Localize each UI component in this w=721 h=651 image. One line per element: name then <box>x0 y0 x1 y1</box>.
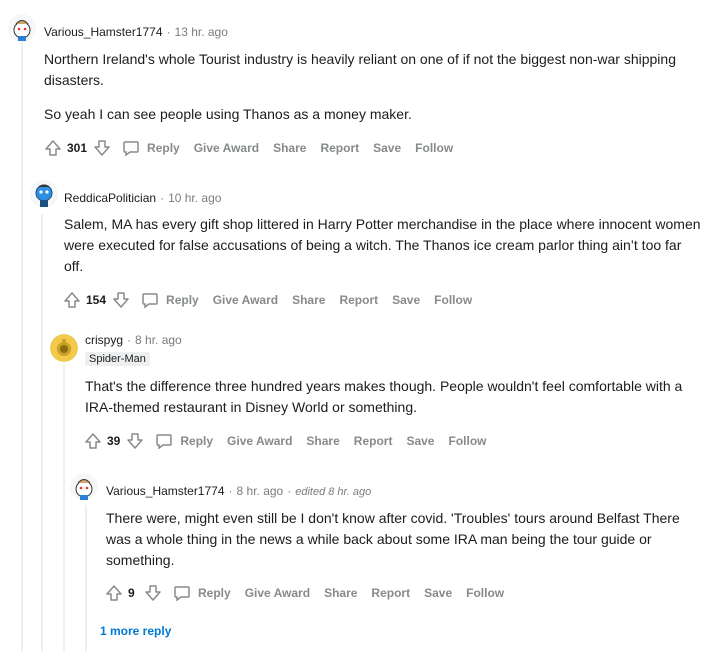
downvote-icon[interactable] <box>110 289 132 311</box>
give-award-button[interactable]: Give Award <box>194 141 259 155</box>
comment-paragraph: So yeah I can see people using Thanos as… <box>44 106 412 122</box>
reply-button[interactable]: Reply <box>172 583 231 603</box>
snoo-avatar-icon[interactable] <box>70 473 98 501</box>
follow-button[interactable]: Follow <box>466 586 504 600</box>
share-button[interactable]: Share <box>273 141 306 155</box>
vote-score: 301 <box>67 141 88 155</box>
thread-line[interactable] <box>41 214 43 651</box>
comment-actions: 154 Reply Give Award Share Report Save F… <box>61 288 472 312</box>
share-button[interactable]: Share <box>306 434 339 448</box>
separator-dot: · <box>160 191 165 205</box>
report-button[interactable]: Report <box>339 293 378 307</box>
separator-dot: · <box>228 484 233 498</box>
comment-meta: ReddicaPolitician · 10 hr. ago <box>64 190 221 206</box>
comment-actions: 39 Reply Give Award Share Report Save Fo… <box>82 429 486 453</box>
comment-bubble-icon <box>156 434 173 450</box>
vote-score: 9 <box>128 586 135 600</box>
follow-button[interactable]: Follow <box>415 141 453 155</box>
comment-meta: Various_Hamster1774 · 13 hr. ago <box>44 24 228 40</box>
reply-label: Reply <box>198 586 231 600</box>
snoo-avatar-blue-icon[interactable] <box>30 180 58 208</box>
follow-button[interactable]: Follow <box>434 293 472 307</box>
give-award-button[interactable]: Give Award <box>213 293 278 307</box>
comment-bubble-icon <box>123 141 139 157</box>
comment-meta: Various_Hamster1774 · 8 hr. ago · edited 8 h… <box>106 483 371 500</box>
timestamp[interactable]: 13 hr. ago <box>175 25 228 39</box>
report-button[interactable]: Report <box>320 141 359 155</box>
separator-dot: · <box>166 25 171 39</box>
share-button[interactable]: Share <box>324 586 357 600</box>
save-button[interactable]: Save <box>406 434 434 448</box>
comment-bubble-icon <box>142 293 158 309</box>
author-name[interactable]: crispyg <box>85 333 123 347</box>
comment-body: Northern Ireland's whole Tourist industr… <box>44 49 684 138</box>
snoo-avatar-yellow-icon[interactable] <box>50 334 78 362</box>
give-award-button[interactable]: Give Award <box>245 586 310 600</box>
follow-button[interactable]: Follow <box>448 434 486 448</box>
comment-bubble-icon <box>174 586 190 602</box>
reply-label: Reply <box>147 141 180 155</box>
reply-button[interactable]: Reply <box>140 290 199 310</box>
author-name[interactable]: ReddicaPolitician <box>64 191 156 205</box>
comment-paragraph: Salem, MA has every gift shop littered i… <box>64 216 701 274</box>
comment-actions: 301 Reply Give Award Share Report Save F… <box>42 136 453 160</box>
comment-paragraph: There were, might even still be I don't … <box>106 510 680 568</box>
vote-score: 154 <box>86 293 107 307</box>
timestamp[interactable]: 8 hr. ago <box>135 333 182 347</box>
comment-paragraph: Northern Ireland's whole Tourist industr… <box>44 51 676 88</box>
comment-paragraph: That's the difference three hundred year… <box>85 378 683 415</box>
upvote-icon[interactable] <box>42 137 64 159</box>
save-button[interactable]: Save <box>392 293 420 307</box>
comment-body: That's the difference three hundred year… <box>85 376 700 431</box>
vote-score: 39 <box>107 434 121 448</box>
share-button[interactable]: Share <box>292 293 325 307</box>
author-name[interactable]: Various_Hamster1774 <box>106 484 225 498</box>
comment-body: There were, might even still be I don't … <box>106 508 686 584</box>
separator-dot: · <box>287 484 292 498</box>
comment-body: Salem, MA has every gift shop littered i… <box>64 214 704 290</box>
reply-label: Reply <box>166 293 199 307</box>
save-button[interactable]: Save <box>373 141 401 155</box>
author-name[interactable]: Various_Hamster1774 <box>44 25 163 39</box>
report-button[interactable]: Report <box>371 586 410 600</box>
reply-button[interactable]: Reply <box>121 138 180 158</box>
user-flair: Spider-Man <box>85 352 150 366</box>
more-replies-link[interactable]: 1 more reply <box>100 624 171 638</box>
save-button[interactable]: Save <box>424 586 452 600</box>
timestamp[interactable]: 8 hr. ago <box>237 484 284 498</box>
downvote-icon[interactable] <box>124 430 146 452</box>
upvote-icon[interactable] <box>103 582 125 604</box>
comment-actions: 9 Reply Give Award Share Report Save Fol… <box>103 581 504 605</box>
report-button[interactable]: Report <box>354 434 393 448</box>
thread-line[interactable] <box>63 364 65 651</box>
comment-meta: crispyg · 8 hr. ago <box>85 332 182 348</box>
edited-label: edited 8 hr. ago <box>295 486 372 498</box>
reply-label: Reply <box>180 434 214 448</box>
downvote-icon[interactable] <box>142 582 164 604</box>
separator-dot: · <box>127 333 132 347</box>
reply-button[interactable]: Reply <box>154 431 213 451</box>
downvote-icon[interactable] <box>91 137 113 159</box>
upvote-icon[interactable] <box>82 430 104 452</box>
give-award-button[interactable]: Give Award <box>227 434 292 448</box>
timestamp[interactable]: 10 hr. ago <box>168 191 221 205</box>
thread-line[interactable] <box>85 505 87 651</box>
upvote-icon[interactable] <box>61 289 83 311</box>
thread-line[interactable] <box>21 42 23 651</box>
snoo-avatar-icon[interactable] <box>8 14 36 42</box>
